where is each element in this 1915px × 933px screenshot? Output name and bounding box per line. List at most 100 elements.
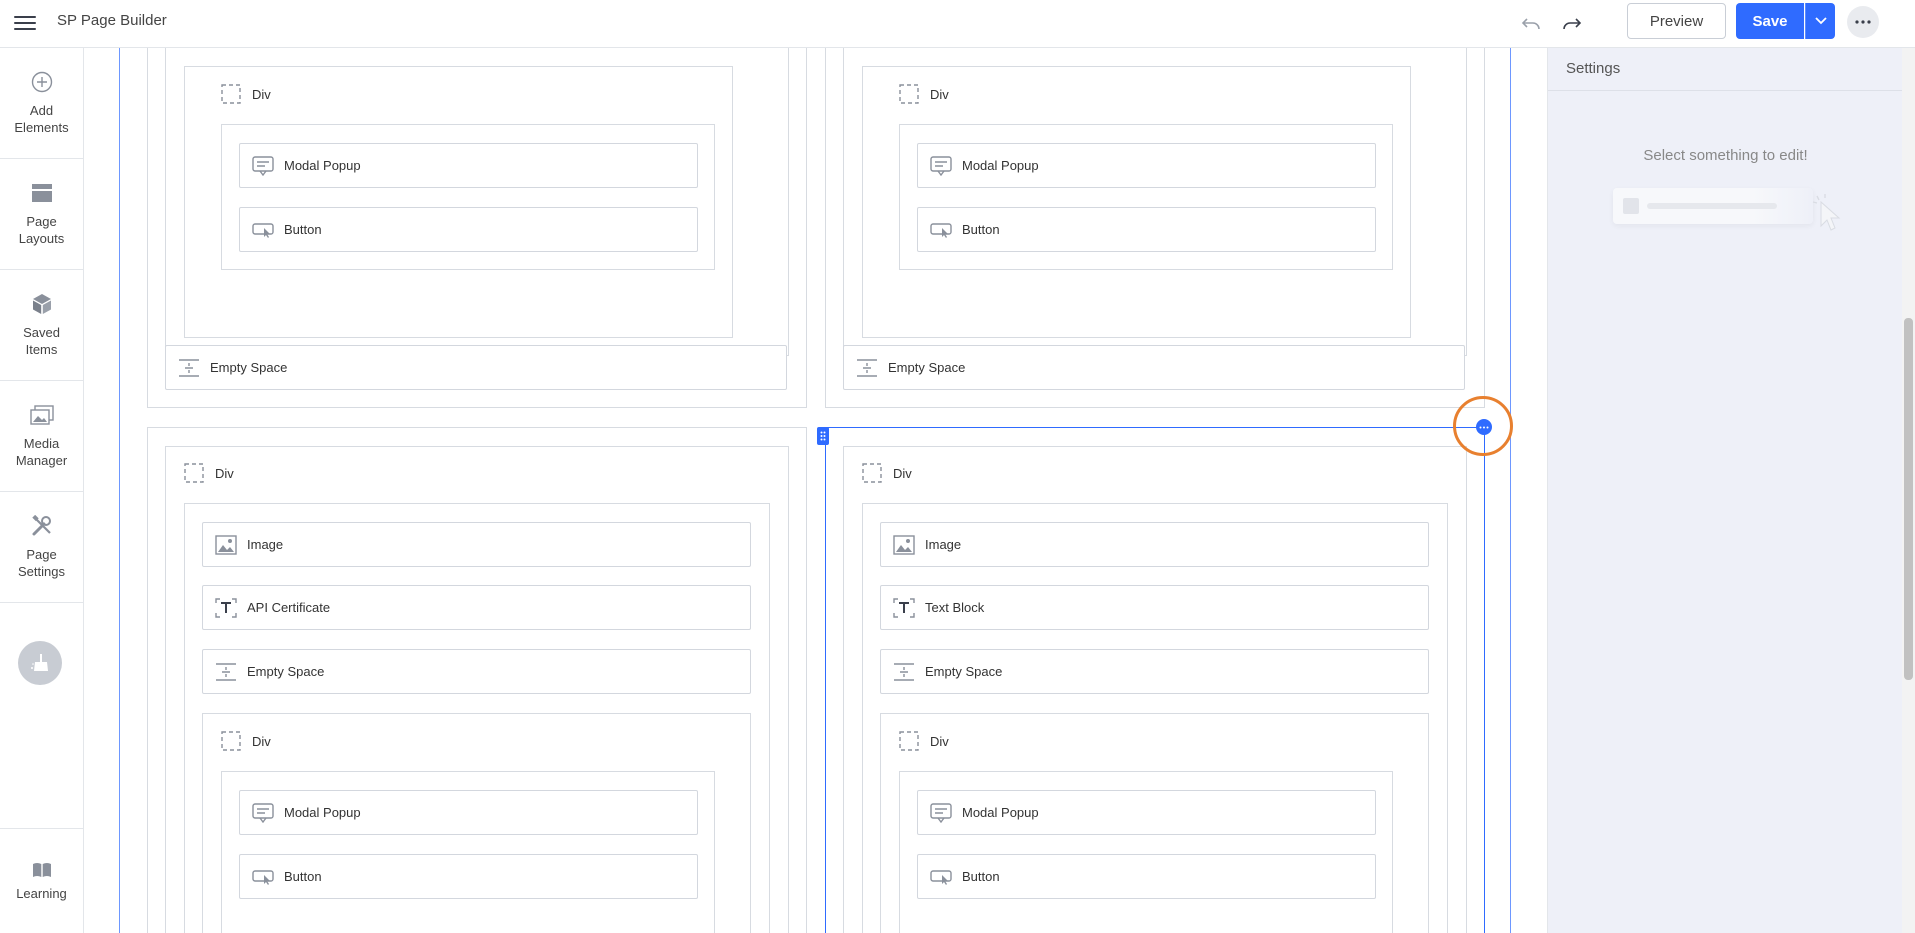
clean-up-button[interactable] xyxy=(18,641,62,685)
modal-popup-element[interactable]: Modal Popup xyxy=(239,143,698,188)
preview-button[interactable]: Preview xyxy=(1627,3,1726,39)
divider xyxy=(1548,90,1903,91)
broom-icon xyxy=(31,654,48,671)
div-label-row: Div xyxy=(861,463,912,483)
text-icon xyxy=(215,597,237,618)
button-element[interactable]: Button xyxy=(239,854,698,899)
section-border-right xyxy=(1510,48,1511,933)
div-label-row: Div xyxy=(898,84,949,104)
section-border-left xyxy=(119,48,120,933)
sidebar-item-learning[interactable]: Learning xyxy=(0,828,83,933)
sidebar-item-page-layouts[interactable]: Page Layouts xyxy=(0,159,83,270)
empty-space-element[interactable]: Empty Space xyxy=(165,345,787,390)
div-label: Div xyxy=(930,733,949,749)
empty-space-element[interactable]: Empty Space xyxy=(202,649,751,694)
image-icon xyxy=(215,534,237,555)
empty-space-icon xyxy=(215,662,237,682)
image-element[interactable]: Image xyxy=(202,522,751,567)
book-icon xyxy=(32,862,51,877)
settings-title: Settings xyxy=(1566,60,1621,77)
element-label: Text Block xyxy=(925,600,985,615)
div-label: Div xyxy=(893,465,912,481)
text-icon xyxy=(893,597,915,618)
element-label: Empty Space xyxy=(247,664,325,679)
modal-popup-element[interactable]: Modal Popup xyxy=(917,143,1376,188)
sidebar-item-saved-items[interactable]: Saved Items xyxy=(0,270,83,381)
div-label-row: Div xyxy=(220,731,271,751)
div-label: Div xyxy=(252,86,271,102)
plus-circle-icon xyxy=(30,70,54,94)
element-label: Image xyxy=(247,537,284,552)
empty-space-element[interactable]: Empty Space xyxy=(843,345,1465,390)
text-block-element[interactable]: API Certificate xyxy=(202,585,751,630)
sidebar-item-page-settings[interactable]: Page Settings xyxy=(0,492,83,603)
menu-icon[interactable] xyxy=(14,12,36,32)
element-label: Image xyxy=(925,537,962,552)
div-label: Div xyxy=(215,465,234,481)
div-icon xyxy=(861,463,883,483)
sidebar-item-label: Page Layouts xyxy=(18,214,65,246)
save-options-dropdown[interactable] xyxy=(1805,3,1835,39)
element-label: Empty Space xyxy=(888,360,966,375)
modal-popup-icon xyxy=(252,802,274,823)
empty-space-icon xyxy=(856,358,878,378)
button-icon xyxy=(930,220,952,240)
element-label: API Certificate xyxy=(247,600,331,615)
undo-icon[interactable] xyxy=(1517,10,1545,38)
click-highlight-ring xyxy=(1453,396,1513,456)
div-icon xyxy=(898,84,920,104)
box-icon xyxy=(30,292,54,316)
button-element[interactable]: Button xyxy=(917,854,1376,899)
text-block-element[interactable]: Text Block xyxy=(880,585,1429,630)
placeholder-illustration xyxy=(1613,188,1841,231)
page-canvas: Div Modal Popup Button Empty Space Div M… xyxy=(84,48,1547,933)
image-element[interactable]: Image xyxy=(880,522,1429,567)
button-icon xyxy=(930,867,952,887)
modal-popup-element[interactable]: Modal Popup xyxy=(239,790,698,835)
learning-label: Learning xyxy=(16,885,67,901)
empty-space-element[interactable]: Empty Space xyxy=(880,649,1429,694)
element-label: Button xyxy=(962,869,1000,884)
redo-icon[interactable] xyxy=(1558,10,1586,38)
div-icon xyxy=(183,463,205,483)
div-label-row: Div xyxy=(898,731,949,751)
sidebar-item-media-manager[interactable]: Media Manager xyxy=(0,381,83,492)
element-label: Button xyxy=(284,869,322,884)
chevron-down-icon xyxy=(1814,17,1827,25)
modal-popup-icon xyxy=(930,155,952,176)
div-label: Div xyxy=(930,86,949,102)
image-icon xyxy=(893,534,915,555)
empty-space-icon xyxy=(178,358,200,378)
element-label: Empty Space xyxy=(210,360,288,375)
button-element[interactable]: Button xyxy=(239,207,698,252)
modal-popup-element[interactable]: Modal Popup xyxy=(917,790,1376,835)
tools-icon xyxy=(30,514,54,538)
empty-space-icon xyxy=(893,662,915,682)
button-icon xyxy=(252,867,274,887)
left-sidebar: Add Elements Page Layouts Saved Items Me… xyxy=(0,48,84,933)
button-element[interactable]: Button xyxy=(917,207,1376,252)
app-title: SP Page Builder xyxy=(57,12,167,29)
sidebar-item-label: Media Manager xyxy=(15,436,68,468)
div-icon xyxy=(220,731,242,751)
element-label: Modal Popup xyxy=(962,158,1039,173)
modal-popup-icon xyxy=(930,802,952,823)
layout-icon xyxy=(30,181,54,205)
element-label: Modal Popup xyxy=(284,805,361,820)
top-bar: SP Page Builder Preview Save xyxy=(0,0,1915,48)
more-options-button[interactable] xyxy=(1847,6,1879,38)
element-label: Modal Popup xyxy=(962,805,1039,820)
scrollbar-thumb[interactable] xyxy=(1904,318,1913,680)
drag-handle-icon[interactable] xyxy=(817,427,829,445)
element-label: Button xyxy=(284,222,322,237)
sidebar-item-add-elements[interactable]: Add Elements xyxy=(0,48,83,159)
sidebar-item-label: Add Elements xyxy=(14,103,69,135)
settings-panel: Settings Select something to edit! xyxy=(1547,48,1903,933)
div-label-row: Div xyxy=(220,84,271,104)
modal-popup-icon xyxy=(252,155,274,176)
save-button[interactable]: Save xyxy=(1736,3,1804,39)
cursor-icon xyxy=(1812,194,1841,231)
element-label: Button xyxy=(962,222,1000,237)
sidebar-item-label: Page Settings xyxy=(18,547,65,579)
sidebar-item-label: Saved Items xyxy=(23,325,60,357)
